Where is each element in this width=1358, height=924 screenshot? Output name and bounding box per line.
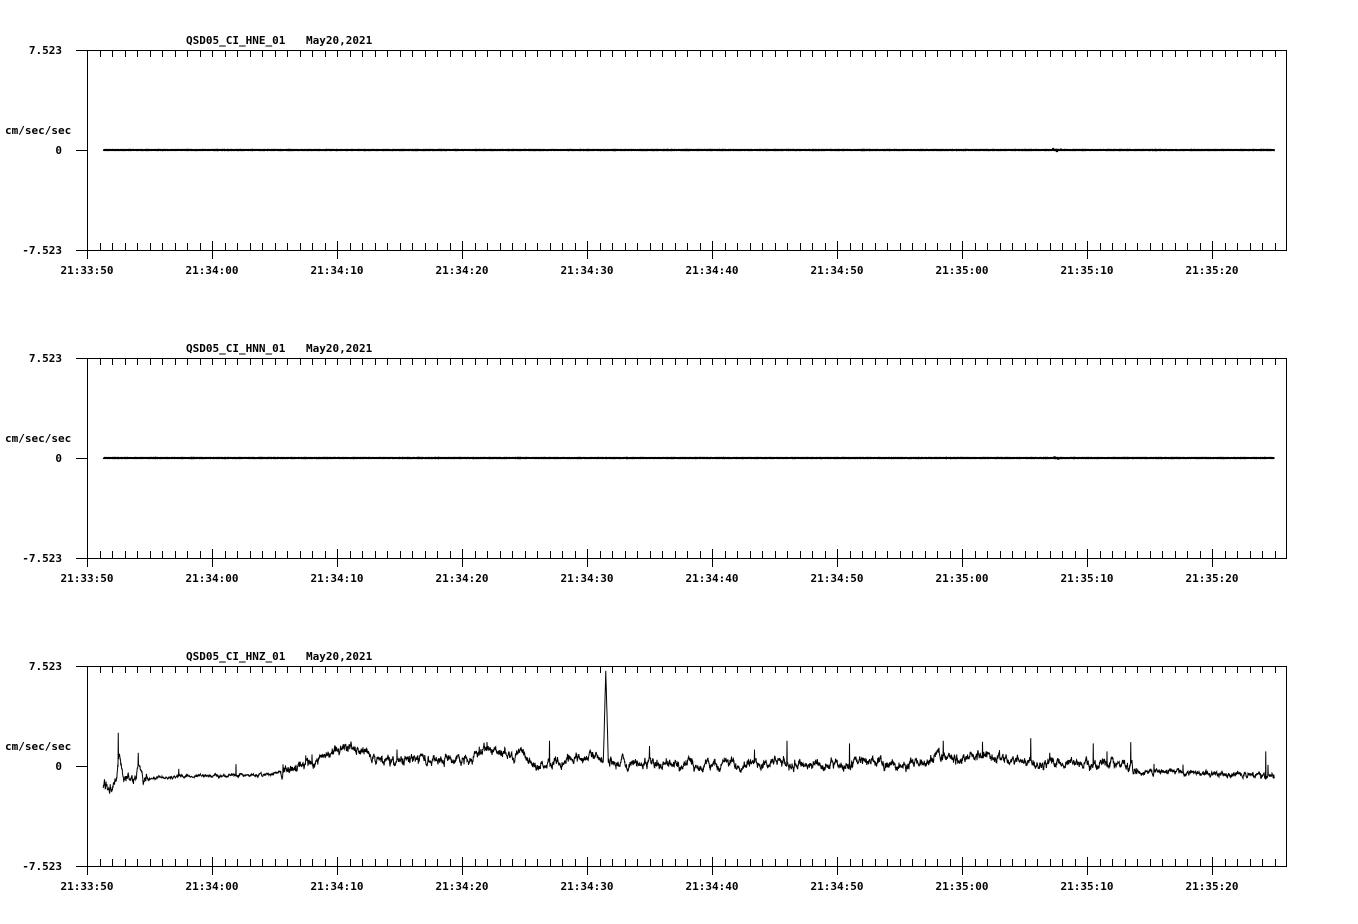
x-tick-label: 21:35:00 [936, 880, 989, 893]
x-tick-label: 21:34:20 [436, 572, 489, 585]
waveform-trace [102, 456, 1275, 460]
x-tick-label: 21:34:40 [686, 880, 739, 893]
y-tick-label: -7.523 [22, 552, 62, 565]
x-tick-label: 21:34:50 [811, 572, 864, 585]
waveform-trace [102, 670, 1275, 794]
x-tick-label: 21:35:00 [936, 572, 989, 585]
y-tick-label: 7.523 [29, 352, 62, 365]
x-tick-label: 21:33:50 [61, 572, 114, 585]
x-tick-label: 21:34:50 [811, 880, 864, 893]
plot-frame [87, 666, 1287, 867]
y-tick-label: -7.523 [22, 860, 62, 873]
x-tick-label: 21:34:30 [561, 572, 614, 585]
x-tick-label: 21:34:00 [186, 880, 239, 893]
x-tick-label: 21:34:50 [811, 264, 864, 277]
panel-hnn: QSD05_CI_HNN_01 May20,2021 cm/sec/sec 7.523… [5, 342, 1287, 585]
x-tick-label: 21:34:30 [561, 880, 614, 893]
panel-hnz: QSD05_CI_HNZ_01 May20,2021 cm/sec/sec 7.523… [5, 650, 1287, 893]
y-axis-label: cm/sec/sec [5, 740, 71, 753]
x-tick-label: 21:35:10 [1061, 572, 1114, 585]
x-tick-label: 21:34:30 [561, 264, 614, 277]
x-tick-label: 21:35:20 [1186, 572, 1239, 585]
seismogram-chart: QSD05_CI_HNE_01 May20,2021 cm/sec/sec 7.523… [5, 34, 1287, 893]
panel-hne: QSD05_CI_HNE_01 May20,2021 cm/sec/sec 7.523… [5, 34, 1287, 277]
x-tick-label: 21:34:10 [311, 264, 364, 277]
y-tick-label: 7.523 [29, 660, 62, 673]
panel-title: QSD05_CI_HNZ_01 [186, 650, 286, 663]
x-tick-label: 21:35:20 [1186, 880, 1239, 893]
x-tick-label: 21:35:10 [1061, 264, 1114, 277]
panel-date: May20,2021 [306, 342, 373, 355]
y-tick-label: -7.523 [22, 244, 62, 257]
x-tick-label: 21:33:50 [61, 880, 114, 893]
y-axis-label: cm/sec/sec [5, 124, 71, 137]
y-axis-label: cm/sec/sec [5, 432, 71, 445]
x-tick-label: 21:34:20 [436, 880, 489, 893]
waveform-trace [102, 147, 1276, 153]
x-tick-label: 21:35:00 [936, 264, 989, 277]
panel-title: QSD05_CI_HNE_01 [186, 34, 286, 47]
x-tick-label: 21:34:20 [436, 264, 489, 277]
y-tick-label: 7.523 [29, 44, 62, 57]
panel-date: May20,2021 [306, 34, 373, 47]
x-tick-label: 21:34:40 [686, 264, 739, 277]
x-tick-label: 21:34:40 [686, 572, 739, 585]
panel-date: May20,2021 [306, 650, 373, 663]
x-tick-label: 21:34:00 [186, 264, 239, 277]
x-tick-label: 21:34:00 [186, 572, 239, 585]
y-tick-label: 0 [55, 760, 62, 773]
y-tick-label: 0 [55, 452, 62, 465]
x-tick-label: 21:34:10 [311, 572, 364, 585]
panel-title: QSD05_CI_HNN_01 [186, 342, 286, 355]
x-tick-label: 21:34:10 [311, 880, 364, 893]
x-tick-label: 21:33:50 [61, 264, 114, 277]
x-tick-label: 21:35:10 [1061, 880, 1114, 893]
y-tick-label: 0 [55, 144, 62, 157]
x-tick-label: 21:35:20 [1186, 264, 1239, 277]
